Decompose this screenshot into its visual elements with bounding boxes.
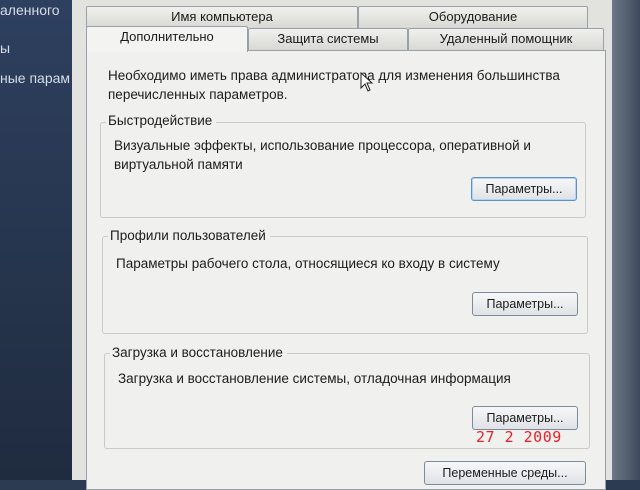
background-text: ы <box>0 40 11 56</box>
tab-system-protection[interactable]: Защита системы <box>248 28 408 50</box>
user-profiles-group-description: Параметры рабочего стола, относящиеся ко… <box>116 256 500 271</box>
admin-rights-note: Необходимо иметь права администратора дл… <box>108 68 560 102</box>
tab-remote[interactable]: Удаленный помощник <box>408 28 604 50</box>
startup-recovery-group-title: Загрузка и восстановление <box>110 345 287 360</box>
startup-recovery-group-description: Загрузка и восстановление системы, отлад… <box>118 371 511 386</box>
background-text: аленного <box>0 2 60 18</box>
user-profiles-group-title: Профили пользователей <box>108 228 270 243</box>
performance-group-description: Визуальные эффекты, использование процес… <box>114 138 531 172</box>
environment-variables-button[interactable]: Переменные среды... <box>424 461 586 485</box>
performance-group-title: Быстродействие <box>106 113 217 128</box>
performance-settings-button[interactable]: Параметры... <box>471 177 577 201</box>
background-text: ные парам <box>0 70 71 86</box>
tab-advanced[interactable]: Дополнительно <box>86 26 248 52</box>
startup-recovery-settings-button[interactable]: Параметры... <box>472 406 578 430</box>
camera-date-stamp: 27 2 2009 <box>476 428 562 446</box>
user-profiles-group <box>102 236 588 334</box>
background-window-edge <box>612 0 640 480</box>
tab-hardware[interactable]: Оборудование <box>358 6 588 28</box>
tab-computer-name[interactable]: Имя компьютера <box>86 6 358 28</box>
mouse-cursor-icon <box>360 72 374 92</box>
user-profiles-settings-button[interactable]: Параметры... <box>472 292 578 316</box>
